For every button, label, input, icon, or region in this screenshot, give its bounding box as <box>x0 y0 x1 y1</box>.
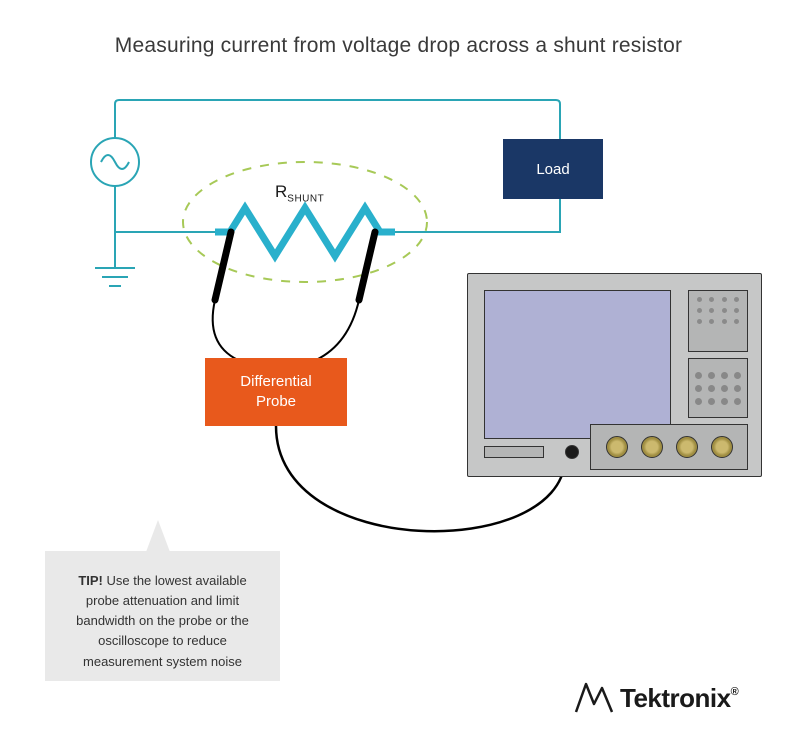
oscilloscope-panel-top <box>688 290 748 352</box>
oscilloscope-plug <box>565 445 579 459</box>
tip-callout: TIP! Use the lowest available probe atte… <box>45 551 280 681</box>
brand-reg: ® <box>731 686 739 698</box>
bnc-connector-icon <box>711 436 733 458</box>
oscilloscope-panel-mid <box>688 358 748 418</box>
bnc-connector-icon <box>641 436 663 458</box>
probe-leads <box>213 300 359 360</box>
brand-name: Tektronix® <box>620 683 738 714</box>
brand-mark-icon <box>574 682 614 714</box>
oscilloscope-screen <box>484 290 671 439</box>
brand-name-text: Tektronix <box>620 683 731 713</box>
tip-body: Use the lowest available probe attenuati… <box>76 573 249 669</box>
ground-icon <box>95 268 135 286</box>
rshunt-sub: SHUNT <box>287 193 324 204</box>
oscilloscope-inputs <box>590 424 748 470</box>
bnc-connector-icon <box>606 436 628 458</box>
highlight-ellipse <box>183 162 427 282</box>
differential-probe-block: Differential Probe <box>205 358 347 426</box>
tip-callout-pointer <box>146 520 170 552</box>
probe-tips <box>215 232 375 300</box>
oscilloscope-slot <box>484 446 544 458</box>
rshunt-label: RSHUNT <box>275 182 324 204</box>
tip-prefix: TIP! <box>78 573 103 588</box>
probe-label: Differential Probe <box>240 372 311 413</box>
load-block: Load <box>503 139 603 199</box>
bnc-connector-icon <box>676 436 698 458</box>
rshunt-main: R <box>275 182 287 201</box>
brand-logo: Tektronix® <box>574 678 764 718</box>
